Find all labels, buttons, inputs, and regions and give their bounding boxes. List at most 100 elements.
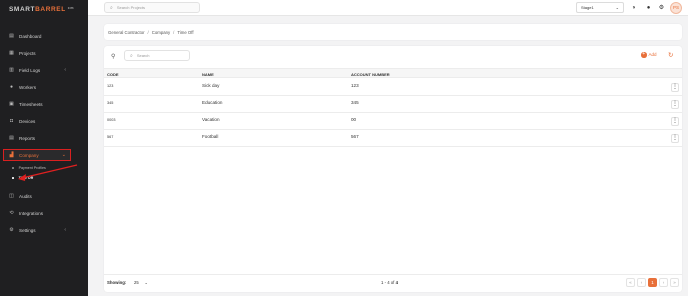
cell-code: 0003 xyxy=(107,118,116,122)
breadcrumb: General Contractor / Company / Time Off xyxy=(104,24,682,40)
row-actions-icon[interactable]: ⋮ xyxy=(671,134,679,143)
sidebar-item-label: Projects xyxy=(19,50,36,56)
gear-icon[interactable]: ⚙ xyxy=(657,3,666,12)
sidebar-item-label: Integrations xyxy=(19,210,44,216)
filter-icon[interactable]: ⚲ xyxy=(111,53,115,60)
table-header: CODE NAME ACCOUNT NUMBER xyxy=(104,68,682,78)
annotation-arrow xyxy=(18,164,78,181)
sidebar-subitem-label: Time Off xyxy=(18,176,34,180)
sidebar-item-reports[interactable]: ▤ Reports xyxy=(0,132,88,144)
plus-icon: + xyxy=(641,51,647,58)
sidebar-subitem-time-off[interactable]: Time Off xyxy=(12,176,33,180)
table-row[interactable]: 0003 Vacation 00 ⋮ xyxy=(104,113,682,130)
showing-label: Showing: xyxy=(107,280,127,285)
table-search-input[interactable]: ⌕ Search xyxy=(124,50,190,61)
first-page-icon[interactable]: « xyxy=(626,278,635,287)
top-bar: ⌕ Search Projects Stage1 ⌄ ◑ ● ⚙ PS xyxy=(88,0,688,16)
sidebar-item-label: Timesheets xyxy=(19,101,43,107)
sidebar-item-devices[interactable]: ◘ Devices xyxy=(0,115,88,127)
chevron-left-icon: ‹ xyxy=(64,227,66,233)
sidebar-item-settings[interactable]: ⚙ Settings ‹ xyxy=(0,224,88,236)
dashboard-icon: ▤ xyxy=(9,33,14,39)
refresh-icon[interactable]: ↻ xyxy=(668,51,673,59)
sidebar-item-company[interactable]: ▟ Company ⌄ xyxy=(3,149,71,161)
cell-code: 123 xyxy=(107,84,114,88)
previous-page-icon[interactable]: ‹ xyxy=(637,278,646,287)
search-icon: ⌕ xyxy=(130,52,133,59)
sidebar-item-timesheets[interactable]: ▣ Timesheets xyxy=(0,98,88,110)
time-off-panel: ⚲ ⌕ Search + Add ↻ CODE NAME ACCOUNT NUM… xyxy=(104,46,682,292)
breadcrumb-item[interactable]: Company xyxy=(152,30,170,35)
table-row[interactable]: 345 Education 345 ⋮ xyxy=(104,96,682,113)
cell-name: Football xyxy=(202,134,219,139)
chevron-down-icon: ⌄ xyxy=(61,152,66,158)
add-button[interactable]: + Add xyxy=(641,51,657,58)
project-search-input[interactable]: ⌕ Search Projects xyxy=(104,2,200,13)
cell-name: Vacation xyxy=(202,117,220,122)
timesheet-icon: ▣ xyxy=(9,101,14,107)
sidebar-item-projects[interactable]: ▦ Projects xyxy=(0,47,88,59)
search-icon: ⌕ xyxy=(110,4,113,11)
breadcrumb-current: Time Off xyxy=(177,29,194,35)
chevron-down-icon: ⌄ xyxy=(615,5,619,10)
bullet-icon xyxy=(12,177,14,179)
gear-icon: ⚙ xyxy=(9,227,14,233)
chevron-down-icon: ⌄ xyxy=(144,280,148,285)
sidebar-item-integrations[interactable]: ⟲ Integrations xyxy=(0,207,88,219)
per-page-select[interactable]: 25 ⌄ xyxy=(132,278,150,287)
next-page-icon[interactable]: › xyxy=(659,278,668,287)
sidebar-item-label: Audits xyxy=(19,193,32,199)
sidebar-item-workers[interactable]: ● Workers xyxy=(0,81,88,93)
notification-icon[interactable]: ● xyxy=(644,3,653,12)
project-select[interactable]: Stage1 ⌄ xyxy=(576,2,624,13)
audit-icon: ◫ xyxy=(9,193,14,199)
pagination: « ‹ 1 › » xyxy=(626,278,681,287)
cell-code: 567 xyxy=(107,135,114,139)
row-actions-icon[interactable]: ⋮ xyxy=(671,100,679,109)
brand-logo[interactable]: SMARTBARREL cm xyxy=(9,6,74,13)
logbook-icon: ▥ xyxy=(9,67,14,73)
integration-icon: ⟲ xyxy=(9,210,14,216)
sidebar-item-audits[interactable]: ◫ Audits xyxy=(0,190,88,202)
sidebar-item-dashboard[interactable]: ▤ Dashboard xyxy=(0,30,88,42)
cell-account-number: 123 xyxy=(351,83,359,88)
cell-name: Sick day xyxy=(202,83,220,88)
cell-code: 345 xyxy=(107,101,114,105)
sidebar-item-label: Reports xyxy=(19,135,36,141)
sidebar-item-label: Devices xyxy=(19,118,36,124)
sidebar-item-label: Dashboard xyxy=(19,33,42,39)
column-header-account-number[interactable]: ACCOUNT NUMBER xyxy=(351,72,390,77)
table-row[interactable]: 567 Football 567 ⋮ xyxy=(104,130,682,147)
folder-icon: ▦ xyxy=(9,50,14,56)
sidebar-item-label: Company xyxy=(19,152,39,158)
last-page-icon[interactable]: » xyxy=(670,278,679,287)
page-button-current[interactable]: 1 xyxy=(648,278,657,287)
breadcrumb-item[interactable]: General Contractor xyxy=(108,30,145,35)
company-icon: ▟ xyxy=(9,152,14,158)
column-header-code[interactable]: CODE xyxy=(107,72,119,77)
sidebar-item-field-logs[interactable]: ▥ Field Logs ‹ xyxy=(0,64,88,76)
sidebar-subitem-payment-profiles[interactable]: Payment Profiles xyxy=(12,166,46,170)
table-row[interactable]: 123 Sick day 123 ⋮ xyxy=(104,79,682,96)
sidebar-subitem-label: Payment Profiles xyxy=(18,166,46,170)
cell-account-number: 567 xyxy=(351,134,359,139)
user-avatar[interactable]: PS xyxy=(670,1,682,14)
page-range: 1 - 4 of 4 xyxy=(381,280,398,285)
sidebar-item-label: Field Logs xyxy=(19,67,41,73)
row-actions-icon[interactable]: ⋮ xyxy=(671,83,679,92)
table-footer: Showing: 25 ⌄ 1 - 4 of 4 « ‹ 1 › » xyxy=(104,274,682,292)
theme-toggle-icon[interactable]: ◑ xyxy=(629,3,638,12)
worker-icon: ● xyxy=(9,84,14,90)
bullet-icon xyxy=(12,167,14,169)
report-icon: ▤ xyxy=(9,135,14,141)
sidebar-item-label: Settings xyxy=(19,227,36,233)
cell-account-number: 00 xyxy=(351,117,357,122)
chevron-left-icon: ‹ xyxy=(64,67,66,73)
cell-name: Education xyxy=(202,100,223,105)
device-icon: ◘ xyxy=(9,118,14,124)
sidebar-item-label: Workers xyxy=(19,84,37,90)
sidebar: SMARTBARREL cm ▤ Dashboard ▦ Projects ▥ Field … xyxy=(0,0,88,296)
row-actions-icon[interactable]: ⋮ xyxy=(671,117,679,126)
cell-account-number: 345 xyxy=(351,100,359,105)
column-header-name[interactable]: NAME xyxy=(202,72,214,77)
